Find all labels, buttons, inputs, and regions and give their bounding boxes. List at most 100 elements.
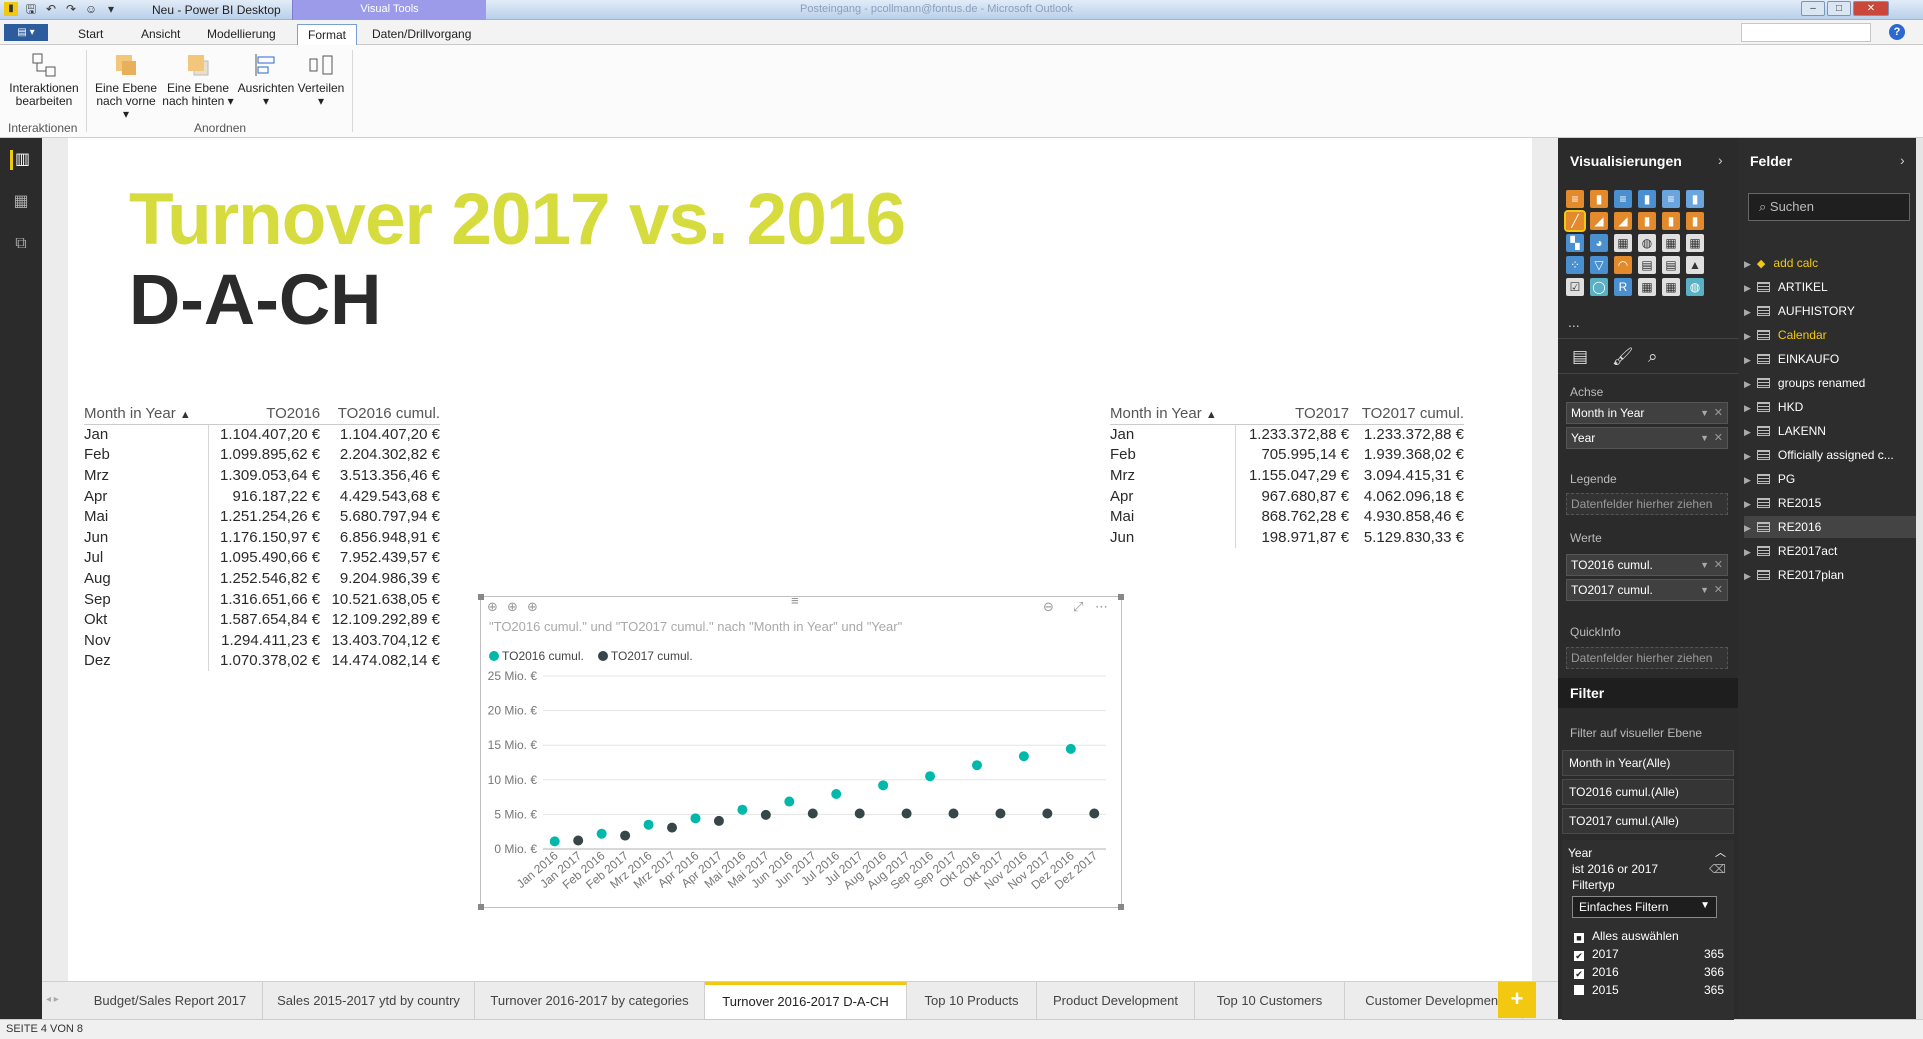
tab-daten-drillvorgang[interactable]: Daten/Drillvorgang	[362, 24, 481, 45]
ribbon-search-box[interactable]	[1741, 23, 1871, 42]
field-table-item[interactable]: ▶ RE2017act	[1744, 540, 1923, 562]
column-header[interactable]: TO2017	[1235, 403, 1350, 425]
resize-handle[interactable]	[1118, 594, 1124, 600]
table-row[interactable]: Mrz 1.309.053,64 € 3.513.356,46 €	[84, 465, 440, 486]
stacked-column-icon[interactable]: ▮	[1590, 190, 1608, 208]
funnel-icon[interactable]: ▽	[1590, 256, 1608, 274]
expand-arrow-icon[interactable]: ▶	[1744, 307, 1751, 317]
tab-start[interactable]: Start	[68, 24, 113, 45]
save-icon[interactable]: 🖫	[24, 2, 38, 16]
axis-field[interactable]: Year ▼ ✕	[1566, 427, 1728, 449]
fields-search-input[interactable]: ⌕ Suchen	[1748, 193, 1910, 221]
data-point[interactable]	[1042, 808, 1053, 819]
100-bar-icon[interactable]: ≡	[1662, 190, 1680, 208]
filter-type-select[interactable]: Einfaches Filtern ▼	[1572, 896, 1717, 918]
stacked-area-icon[interactable]: ◢	[1614, 212, 1632, 230]
column-header[interactable]: TO2016 cumul.	[320, 403, 440, 425]
expand-arrow-icon[interactable]: ▶	[1744, 331, 1751, 341]
data-point[interactable]	[878, 780, 889, 791]
tab-scroll-arrows[interactable]: ◂ ▸	[46, 994, 59, 1005]
file-menu-button[interactable]: ▤ ▾	[4, 24, 48, 41]
table-row[interactable]: Okt 1.587.654,84 € 12.109.292,89 €	[84, 609, 440, 630]
data-point[interactable]	[807, 808, 818, 819]
custom-visual-icon[interactable]: ▦	[1638, 278, 1656, 296]
table-row[interactable]: Jan 1.233.372,88 € 1.233.372,88 €	[1110, 424, 1464, 445]
data-point[interactable]	[784, 796, 795, 807]
clustered-bar-icon[interactable]: ≡	[1614, 190, 1632, 208]
expand-arrow-icon[interactable]: ▶	[1744, 571, 1751, 581]
data-point[interactable]	[643, 819, 654, 830]
table-2017[interactable]: Month in Year ▲ TO2017 TO2017 cumul. Jan…	[1110, 403, 1464, 548]
customize-toolbar-icon[interactable]: ▾	[104, 2, 118, 16]
field-table-item[interactable]: ▶ groups renamed	[1744, 372, 1923, 394]
table-row[interactable]: Apr 916.187,22 € 4.429.543,68 €	[84, 485, 440, 507]
send-backward-button[interactable]: Eine Ebene nach hinten ▾	[162, 51, 234, 108]
field-table-item[interactable]: ▶ PG	[1744, 468, 1923, 490]
table-row[interactable]: Feb 705.995,14 € 1.939.368,02 €	[1110, 444, 1464, 466]
slicer-icon[interactable]: ☑	[1566, 278, 1584, 296]
treemap-icon[interactable]: ▦	[1614, 234, 1632, 252]
expand-arrow-icon[interactable]: ▶	[1744, 379, 1751, 389]
matrix-icon[interactable]: ▦	[1686, 234, 1704, 252]
table-row[interactable]: Jul 1.095.490,66 € 7.952.439,57 €	[84, 547, 440, 569]
report-view-icon[interactable]: ▥	[10, 150, 32, 170]
page-tab-active[interactable]: Turnover 2016-2017 D-A-CH	[705, 982, 907, 1020]
page-tab[interactable]: Customer Development	[1345, 982, 1523, 1020]
powerbi-app-icon[interactable]: ▮	[4, 2, 18, 16]
filter-item-2017[interactable]: ✔ 2017 365	[1574, 947, 1724, 961]
dropdown-icon[interactable]: ▼	[1700, 403, 1709, 423]
tab-format[interactable]: Format	[297, 24, 358, 45]
smiley-icon[interactable]: ☺	[84, 2, 98, 16]
bring-forward-button[interactable]: Eine Ebene nach vorne ▾	[92, 51, 160, 121]
tooltip-drop-zone[interactable]: Datenfelder hierher ziehen	[1566, 647, 1728, 669]
distribute-button[interactable]: Verteilen ▾	[296, 51, 346, 108]
filter-card[interactable]: Month in Year(Alle)	[1562, 750, 1734, 776]
field-table-item[interactable]: ▶ LAKENN	[1744, 420, 1923, 442]
page-tab[interactable]: Top 10 Products	[907, 982, 1037, 1020]
field-table-item[interactable]: ▶ RE2015	[1744, 492, 1923, 514]
close-button[interactable]: ✕	[1853, 1, 1889, 16]
data-point[interactable]	[620, 830, 631, 841]
table-row[interactable]: Jan 1.104.407,20 € 1.104.407,20 €	[84, 424, 440, 445]
analytics-magnifier-icon[interactable]: ⌕	[1648, 347, 1658, 367]
data-point[interactable]	[948, 808, 959, 819]
field-table-item[interactable]: ▶ Officially assigned c...	[1744, 444, 1923, 466]
multi-row-card-icon[interactable]: ▤	[1662, 256, 1680, 274]
sort-ascending-icon[interactable]: ▲	[1206, 409, 1217, 421]
data-point[interactable]	[971, 760, 982, 771]
table-row[interactable]: Apr 967.680,87 € 4.062.096,18 €	[1110, 485, 1464, 507]
scatter-chart-icon[interactable]: ⁘	[1566, 256, 1584, 274]
field-table-item[interactable]: ▶ RE2016	[1744, 516, 1923, 538]
maximize-button[interactable]: □	[1827, 1, 1851, 16]
data-point[interactable]	[1065, 743, 1076, 754]
line-column-icon[interactable]: ▮	[1638, 212, 1656, 230]
remove-icon[interactable]: ✕	[1714, 555, 1723, 575]
expand-arrow-icon[interactable]: ▶	[1744, 523, 1751, 533]
dropdown-icon[interactable]: ▼	[1700, 555, 1709, 575]
value-field[interactable]: TO2017 cumul. ▼ ✕	[1566, 579, 1728, 601]
data-point[interactable]	[995, 808, 1006, 819]
table-row[interactable]: Mrz 1.155.047,29 € 3.094.415,31 €	[1110, 465, 1464, 486]
align-button[interactable]: Ausrichten ▾	[236, 51, 296, 108]
table-row[interactable]: Dez 1.070.378,02 € 14.474.082,14 €	[84, 650, 440, 672]
data-point[interactable]	[760, 809, 771, 820]
collapse-chevron-icon[interactable]: ›	[1718, 152, 1723, 168]
expand-arrow-icon[interactable]: ▶	[1744, 355, 1751, 365]
expand-arrow-icon[interactable]: ▶	[1744, 283, 1751, 293]
r-visual-icon[interactable]: R	[1614, 278, 1632, 296]
page-tab[interactable]: Budget/Sales Report 2017	[78, 982, 263, 1020]
format-paintroller-icon[interactable]: 🖌	[1612, 347, 1634, 367]
sort-ascending-icon[interactable]: ▲	[180, 409, 191, 421]
100-column-icon[interactable]: ▮	[1686, 190, 1704, 208]
expand-arrow-icon[interactable]: ▶	[1744, 259, 1751, 269]
expand-arrow-icon[interactable]: ▶	[1744, 403, 1751, 413]
table-row[interactable]: Sep 1.316.651,66 € 10.521.638,05 €	[84, 588, 440, 610]
data-point[interactable]	[596, 828, 607, 839]
minimize-button[interactable]: –	[1801, 1, 1825, 16]
collapse-chevron-icon[interactable]: ︿	[1715, 844, 1726, 860]
table-icon[interactable]: ▦	[1662, 234, 1680, 252]
more-visuals-icon[interactable]: ...	[1568, 314, 1580, 330]
table-row[interactable]: Mai 868.762,28 € 4.930.858,46 €	[1110, 506, 1464, 527]
drill-up-icon[interactable]: ⊕	[487, 599, 498, 615]
expand-arrow-icon[interactable]: ▶	[1744, 475, 1751, 485]
